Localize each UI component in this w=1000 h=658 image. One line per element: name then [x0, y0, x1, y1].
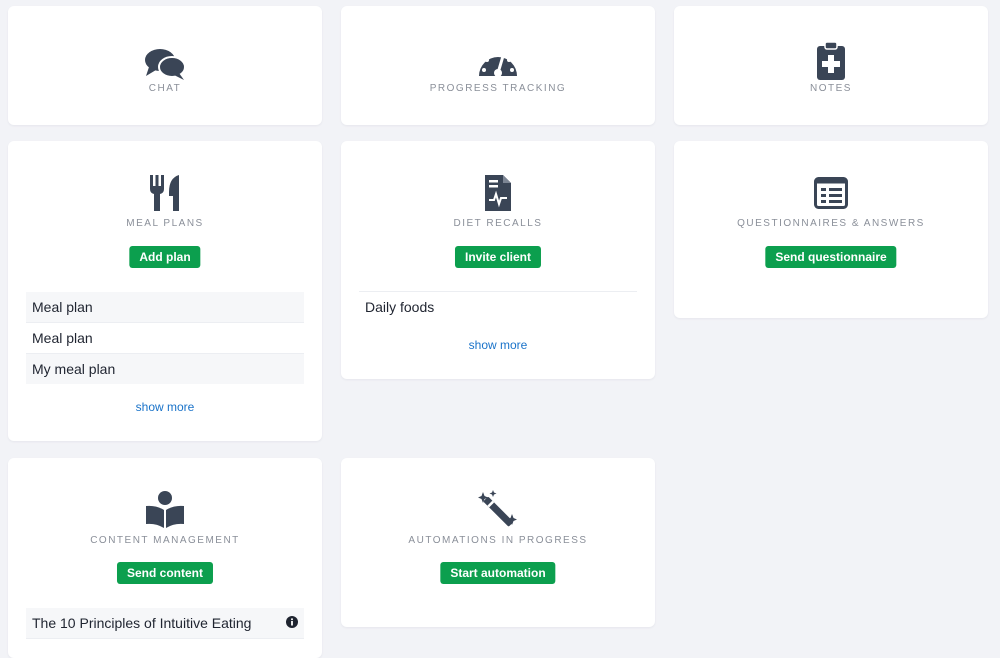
automations-card: AUTOMATIONS IN PROGRESS Start automation — [341, 458, 655, 627]
clipboard-plus-icon — [817, 41, 845, 80]
show-more-link[interactable]: show more — [341, 338, 655, 352]
info-icon[interactable] — [286, 616, 298, 628]
card-title: PROGRESS TRACKING — [429, 83, 567, 94]
document-chart-icon — [485, 175, 511, 211]
list-item[interactable]: My meal plan — [26, 354, 304, 384]
diet-recalls-card: DIET RECALLS Invite client Daily foods s… — [341, 141, 655, 379]
card-title: DIET RECALLS — [453, 218, 543, 229]
form-list-icon — [814, 177, 848, 209]
chat-card[interactable]: CHAT — [8, 6, 322, 125]
gauge-icon — [479, 53, 517, 77]
card-title: QUESTIONNAIRES & ANSWERS — [737, 218, 925, 229]
notes-card[interactable]: NOTES — [674, 6, 988, 125]
send-questionnaire-button[interactable]: Send questionnaire — [765, 246, 897, 268]
list-item-label: The 10 Principles of Intuitive Eating — [32, 615, 252, 631]
diet-recall-list: Daily foods — [359, 291, 637, 322]
content-list: The 10 Principles of Intuitive Eating — [26, 608, 304, 639]
list-item[interactable]: Daily foods — [359, 292, 637, 322]
card-title: AUTOMATIONS IN PROGRESS — [408, 535, 588, 546]
list-item[interactable]: Meal plan — [26, 323, 304, 354]
card-title: CHAT — [148, 83, 182, 94]
reader-book-icon — [146, 491, 184, 528]
send-content-button[interactable]: Send content — [116, 562, 214, 584]
chat-bubbles-icon — [145, 49, 186, 80]
show-more-link[interactable]: show more — [8, 400, 322, 414]
content-management-card: CONTENT MANAGEMENT Send content The 10 P… — [8, 458, 322, 658]
progress-tracking-card[interactable]: PROGRESS TRACKING — [341, 6, 655, 125]
magic-wand-icon — [478, 490, 517, 527]
meal-plan-list: Meal plan Meal plan My meal plan — [26, 292, 304, 384]
meal-plans-card: MEAL PLANS Add plan Meal plan Meal plan … — [8, 141, 322, 441]
utensils-icon — [150, 175, 179, 211]
list-item[interactable]: Meal plan — [26, 292, 304, 323]
add-plan-button[interactable]: Add plan — [129, 246, 201, 268]
questionnaires-card: QUESTIONNAIRES & ANSWERS Send questionna… — [674, 141, 988, 318]
start-automation-button[interactable]: Start automation — [440, 562, 556, 584]
list-item[interactable]: The 10 Principles of Intuitive Eating — [26, 608, 304, 639]
card-title: MEAL PLANS — [126, 218, 204, 229]
card-title: NOTES — [810, 83, 852, 94]
invite-client-button[interactable]: Invite client — [454, 246, 542, 268]
card-title: CONTENT MANAGEMENT — [90, 535, 240, 546]
